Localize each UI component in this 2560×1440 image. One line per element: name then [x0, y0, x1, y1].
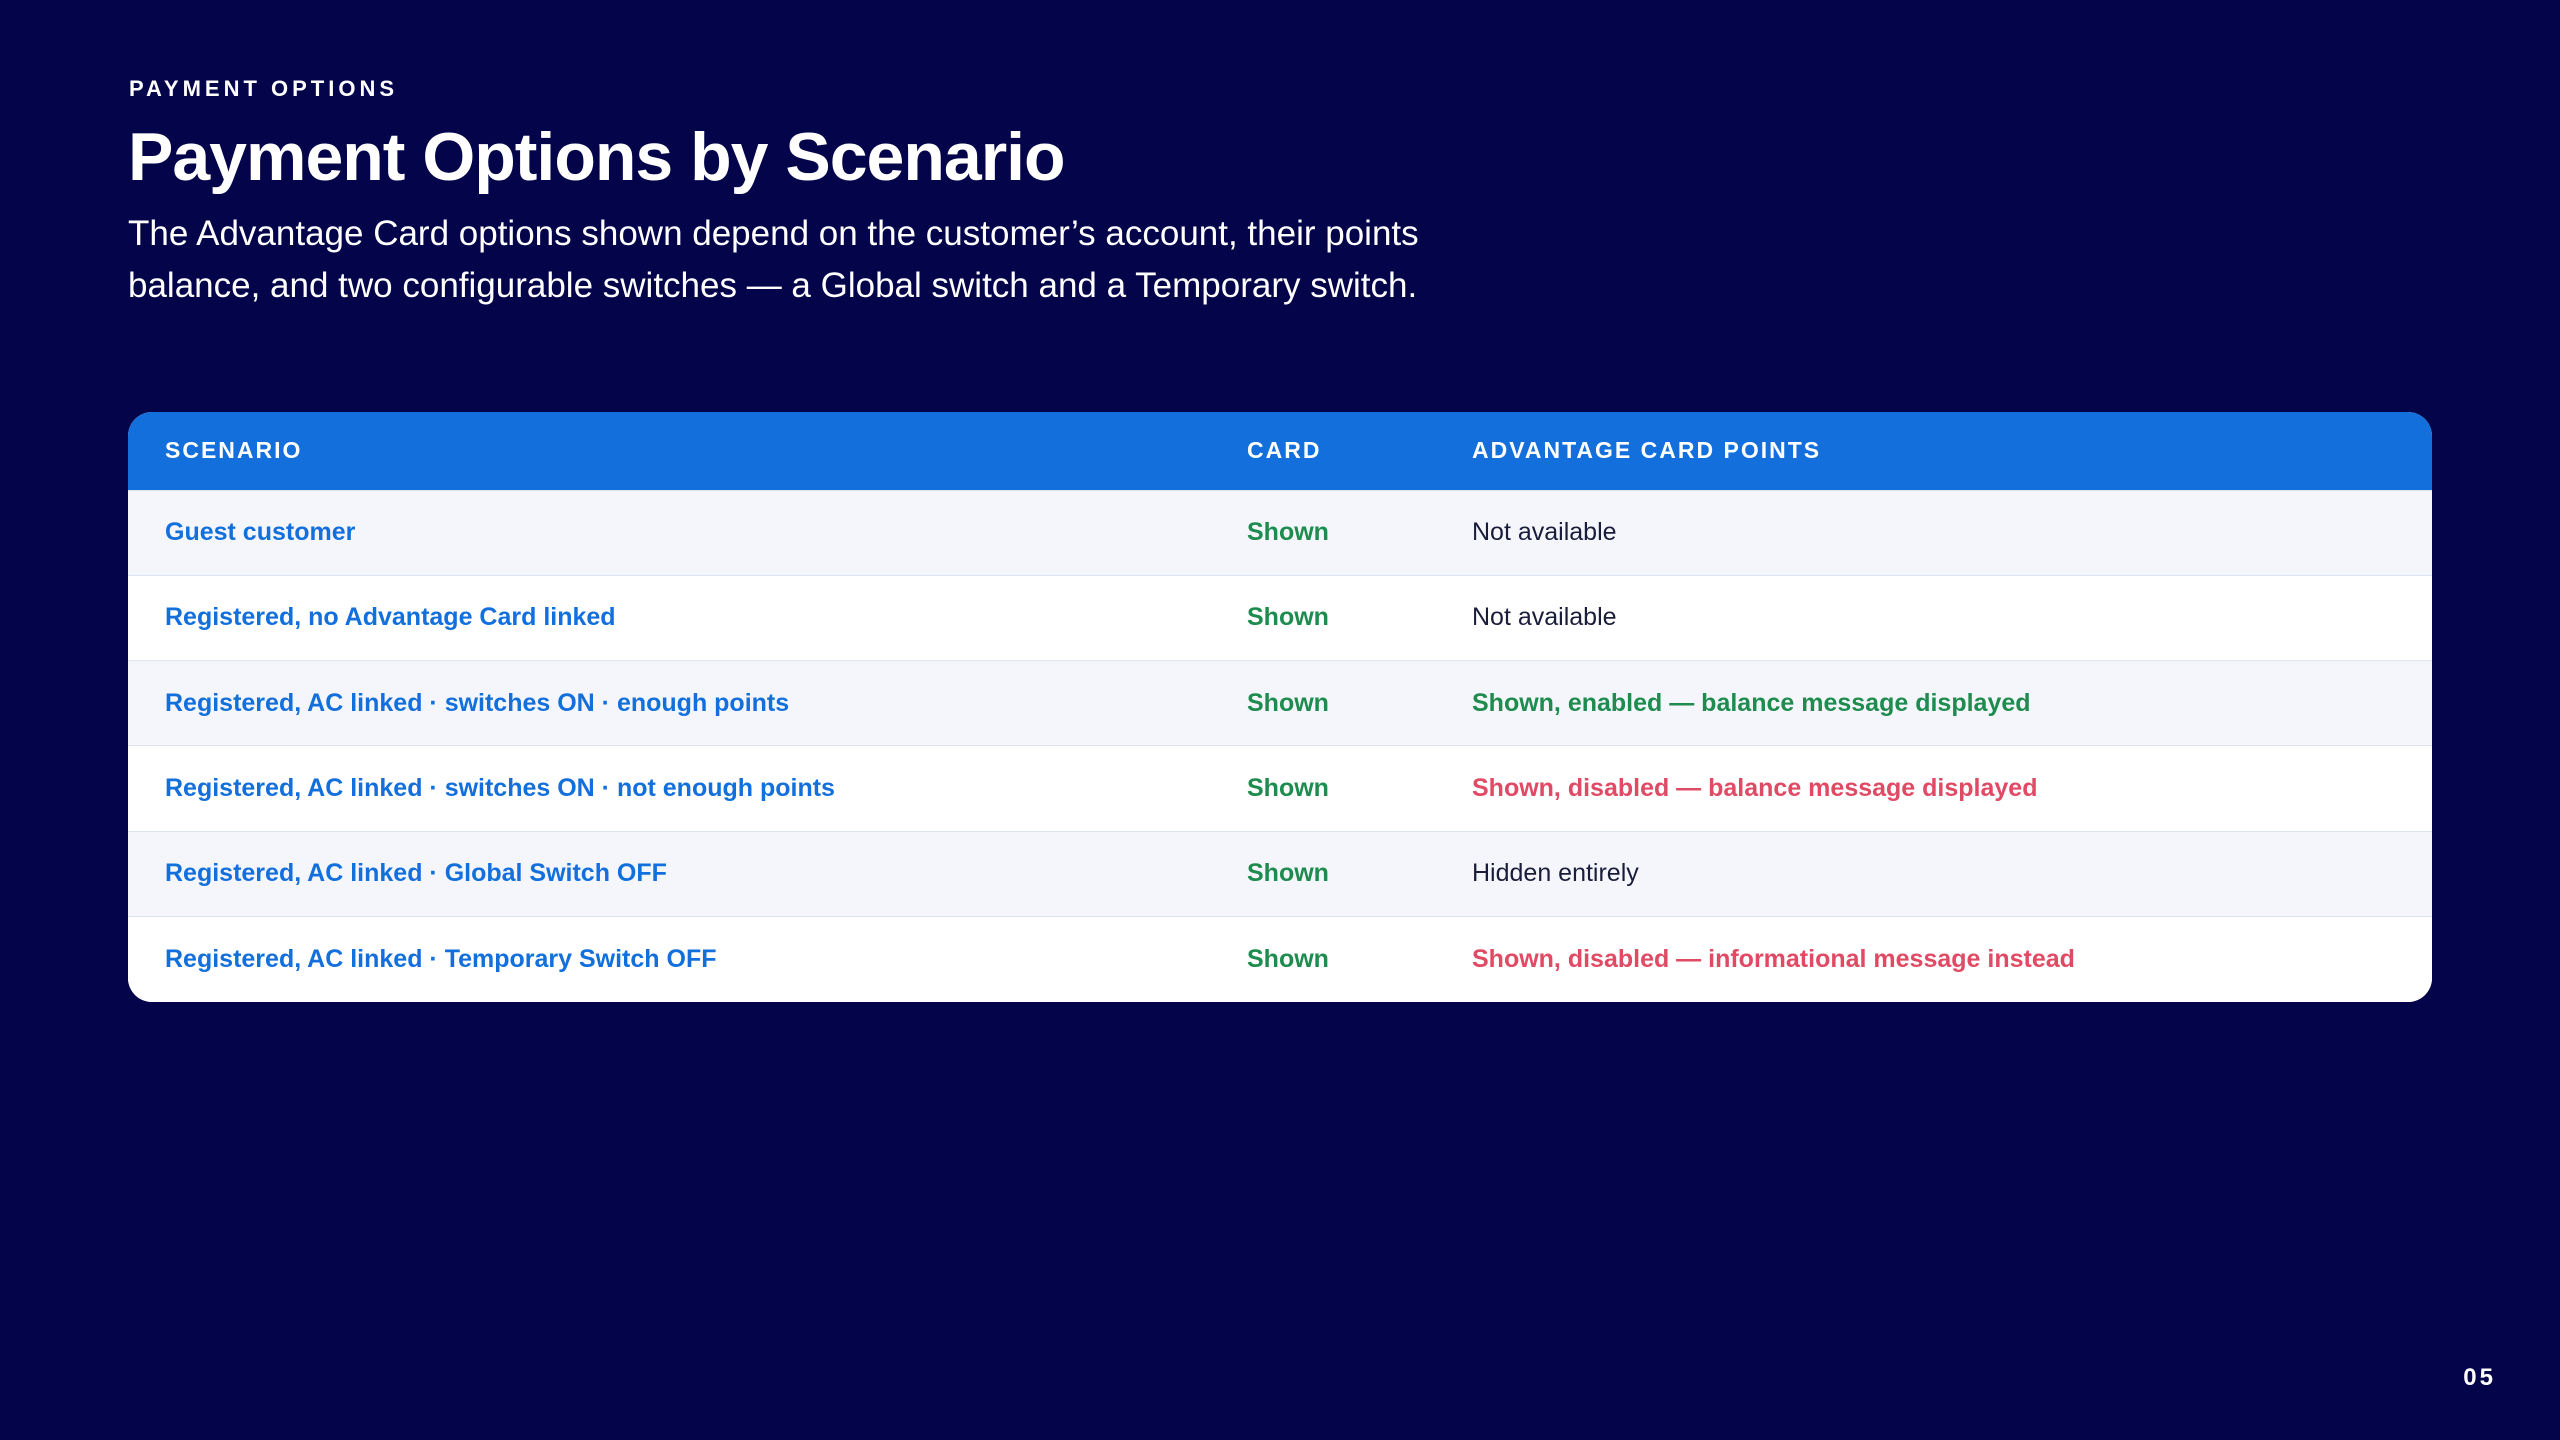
table-row: Registered, AC linked · switches ON · en… — [128, 660, 2432, 746]
scenario-cell: Registered, AC linked · switches ON · no… — [165, 774, 835, 803]
card-cell: Shown — [1247, 859, 1329, 888]
page-title: Payment Options by Scenario — [128, 119, 1066, 195]
scenario-cell: Registered, AC linked · Global Switch OF… — [165, 859, 667, 888]
points-cell: Shown, enabled — balance message display… — [1472, 688, 2031, 717]
card-cell: Shown — [1247, 688, 1329, 717]
table-row: Registered, AC linked · Global Switch OF… — [128, 831, 2432, 917]
table-row: Registered, AC linked · switches ON · no… — [128, 745, 2432, 832]
table-row: Registered, AC linked · Temporary Switch… — [128, 916, 2432, 1002]
scenario-cell: Registered, AC linked · switches ON · en… — [165, 688, 790, 717]
scenario-cell: Guest customer — [165, 518, 356, 547]
page-number: 05 — [2463, 1364, 2496, 1391]
card-cell: Shown — [1247, 603, 1329, 632]
points-cell: Not available — [1472, 603, 1617, 632]
scenario-table-card: SCENARIO CARD ADVANTAGE CARD POINTS Gues… — [128, 412, 2432, 1002]
slide: PAYMENT OPTIONS Payment Options by Scena… — [0, 0, 2560, 1440]
section-eyebrow: PAYMENT OPTIONS — [129, 76, 399, 101]
card-cell: Shown — [1247, 774, 1329, 803]
table-row: Guest customer Shown Not available — [128, 490, 2432, 576]
table-header-row: SCENARIO CARD ADVANTAGE CARD POINTS — [128, 412, 2432, 490]
card-cell: Shown — [1247, 945, 1329, 974]
table-body: Guest customer Shown Not available Regis… — [128, 490, 2432, 1002]
points-cell: Shown, disabled — informational message … — [1472, 945, 2075, 974]
card-cell: Shown — [1247, 518, 1329, 547]
points-cell: Hidden entirely — [1472, 859, 1639, 888]
scenario-table: SCENARIO CARD ADVANTAGE CARD POINTS Gues… — [128, 412, 2432, 1002]
column-header-scenario: SCENARIO — [165, 437, 303, 464]
points-cell: Shown, disabled — balance message displa… — [1472, 774, 2038, 803]
column-header-points: ADVANTAGE CARD POINTS — [1472, 437, 1822, 464]
page-subtitle: The Advantage Card options shown depend … — [128, 214, 1419, 305]
table-header: SCENARIO CARD ADVANTAGE CARD POINTS — [128, 412, 2432, 490]
points-cell: Not available — [1472, 518, 1617, 547]
column-header-card: CARD — [1247, 437, 1322, 464]
table-row: Registered, no Advantage Card linked Sho… — [128, 575, 2432, 661]
scenario-cell: Registered, AC linked · Temporary Switch… — [165, 945, 717, 974]
scenario-cell: Registered, no Advantage Card linked — [165, 603, 616, 632]
